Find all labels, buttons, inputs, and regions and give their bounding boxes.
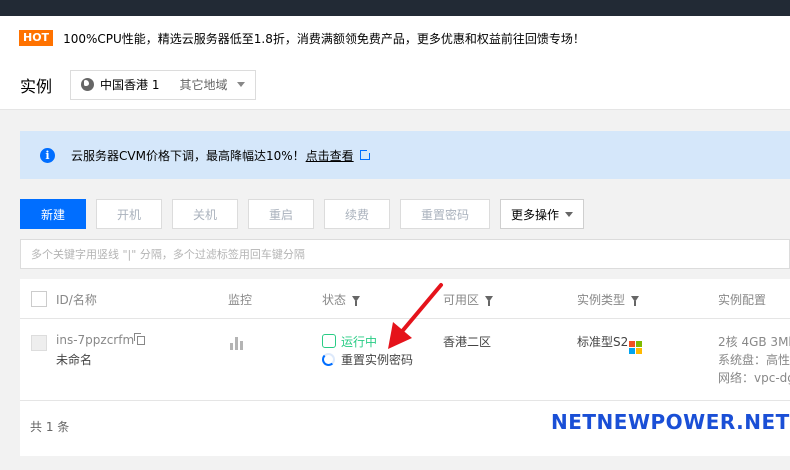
- column-id-name: ID/名称: [56, 292, 97, 307]
- column-instance-type[interactable]: 实例类型: [577, 279, 640, 319]
- top-navigation-bar: [0, 0, 790, 16]
- running-status-icon: [322, 334, 336, 348]
- row-checkbox[interactable]: [31, 335, 47, 351]
- column-status[interactable]: 状态: [322, 279, 361, 319]
- task-text: 重置实例密码: [341, 353, 414, 367]
- table-header: ID/名称 监控 状态 可用区 实例类型 实例配置: [20, 279, 790, 319]
- column-zone[interactable]: 可用区: [443, 279, 494, 319]
- hot-badge: HOT: [19, 30, 54, 46]
- task-status: 重置实例密码: [322, 351, 413, 368]
- windows-icon: [629, 341, 643, 354]
- filter-icon[interactable]: [485, 296, 494, 306]
- instance-toolbar: 新建 开机 关机 重启 续费 重置密码 更多操作: [20, 199, 594, 229]
- new-instance-button[interactable]: 新建: [20, 199, 86, 229]
- config-line-1: 2核 4GB 3Mb: [718, 335, 790, 349]
- promo-text[interactable]: 100%CPU性能，精选云服务器低至1.8折，消费满额领免费产品，更多优惠和权益…: [63, 30, 585, 47]
- config-line-3: 网络：vpc-dg: [718, 371, 790, 385]
- instance-type: 标准型S2: [577, 335, 629, 349]
- instance-id-cell[interactable]: ins-7ppzcrfm: [56, 333, 146, 347]
- notice-text: 云服务器CVM价格下调，最高降幅达10%！: [71, 148, 305, 163]
- select-all-checkbox[interactable]: [31, 291, 47, 307]
- instance-name: 未命名: [56, 353, 93, 367]
- loading-spinner-icon: [322, 353, 335, 366]
- region-name: 中国香港 1: [100, 78, 160, 92]
- page-title: 实例: [20, 76, 53, 96]
- config-line-2: 系统盘：高性: [718, 353, 790, 367]
- globe-icon: [81, 78, 95, 91]
- filter-icon[interactable]: [352, 296, 361, 306]
- table-row[interactable]: ins-7ppzcrfm 未命名 运行中 重置实例密码 香港二区 标准型S2 2…: [20, 319, 790, 401]
- status-text: 运行中: [341, 335, 378, 349]
- other-regions-label: 其它地域: [179, 78, 228, 92]
- more-actions-label: 更多操作: [511, 207, 560, 222]
- chevron-down-icon: [565, 211, 574, 217]
- search-input[interactable]: [31, 247, 789, 261]
- info-icon: i: [40, 147, 55, 163]
- total-count: 共 1 条: [30, 419, 70, 434]
- page-header: 实例 中国香港 1 其它地域: [0, 60, 790, 110]
- reset-password-button[interactable]: 重置密码: [400, 199, 490, 229]
- column-monitor: 监控: [228, 292, 253, 307]
- column-zone-label: 可用区: [443, 292, 480, 307]
- renew-button[interactable]: 续费: [324, 199, 390, 229]
- region-selector[interactable]: 中国香港 1 其它地域: [70, 69, 257, 100]
- watermark: NETNEWPOWER.NET: [551, 410, 790, 434]
- start-button[interactable]: 开机: [96, 199, 162, 229]
- column-config: 实例配置: [718, 292, 767, 307]
- promo-banner[interactable]: HOT 100%CPU性能，精选云服务器低至1.8折，消费满额领免费产品，更多优…: [0, 16, 790, 60]
- instance-id[interactable]: ins-7ppzcrfm: [56, 333, 134, 347]
- status-running: 运行中: [322, 333, 377, 350]
- column-type-label: 实例类型: [577, 292, 626, 307]
- more-actions-dropdown[interactable]: 更多操作: [500, 199, 585, 229]
- chevron-down-icon: [237, 82, 246, 87]
- monitor-chart-icon[interactable]: [230, 336, 244, 350]
- zone-cell: 香港二区: [443, 335, 492, 349]
- copy-icon[interactable]: [134, 333, 146, 345]
- external-link-icon[interactable]: [359, 148, 372, 160]
- filter-icon[interactable]: [631, 296, 640, 306]
- restart-button[interactable]: 重启: [248, 199, 314, 229]
- instance-type-cell: 标准型S2: [577, 333, 643, 354]
- instance-search: [20, 239, 790, 269]
- price-notice: i 云服务器CVM价格下调，最高降幅达10%！ 点击查看: [20, 131, 790, 179]
- view-details-link[interactable]: 点击查看: [306, 147, 354, 164]
- column-status-label: 状态: [322, 292, 347, 307]
- shutdown-button[interactable]: 关机: [172, 199, 238, 229]
